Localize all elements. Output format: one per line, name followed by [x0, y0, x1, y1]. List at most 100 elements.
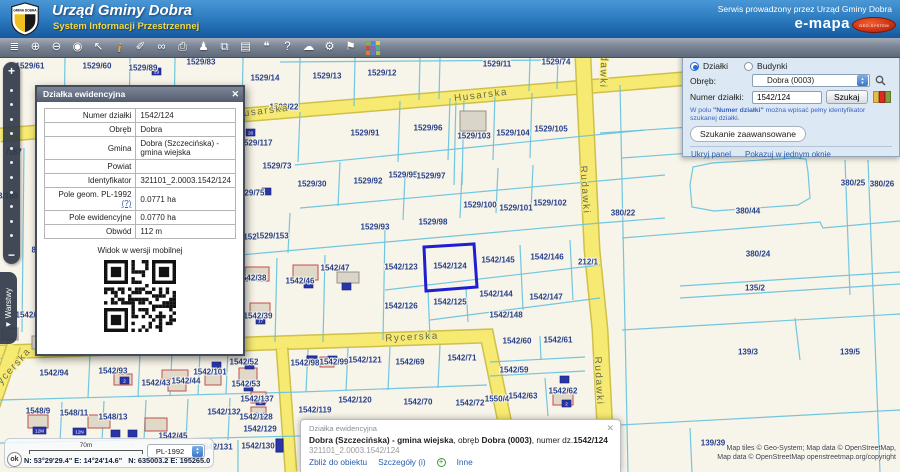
parcel-boundary [299, 58, 300, 110]
parcel-label: 1542/62 [549, 387, 578, 396]
layers-icon[interactable]: ≣ [4, 38, 25, 57]
radio-budynki-label[interactable]: Budynki [757, 61, 787, 71]
parcel-label: 1542/123 [384, 263, 418, 272]
parcel-label: 1542/121 [348, 356, 382, 365]
panel-body: Działki Budynki Obręb: Dobra (0003) ▲▼ N… [683, 57, 899, 159]
plus-icon[interactable]: + [437, 458, 446, 467]
parcel-boundary [600, 127, 690, 133]
ok-button[interactable]: ok [7, 452, 22, 467]
geo-system-logo: GEO-SYSTEM [852, 17, 896, 33]
search-button[interactable]: Szukaj [826, 90, 868, 104]
advanced-search-button[interactable]: Szukanie zaawansowane [690, 126, 806, 142]
parcel-label: 1529/74 [542, 58, 571, 67]
link-icon[interactable]: ∞ [151, 38, 172, 57]
parcel-label: 1542/61 [544, 336, 573, 345]
pointer-icon[interactable]: ↖ [88, 38, 109, 57]
select-stepper-icon[interactable]: ▲▼ [857, 75, 868, 86]
obreb-select[interactable]: Dobra (0003) ▲▼ [752, 74, 870, 87]
table-row: ObrębDobra [45, 123, 236, 137]
parcel-label: 1529/153 [255, 232, 289, 241]
chat-icon[interactable]: ❝ [256, 38, 277, 57]
zoom-level-track[interactable] [10, 77, 13, 249]
result-actions: Zbliż do obiektu Szczegóły (i) + Inne [309, 457, 612, 467]
parcel-label: 1529/83 [187, 58, 216, 67]
zoom-out-icon[interactable]: ⊖ [46, 38, 67, 57]
parcel-label: 212/1 [578, 258, 599, 267]
print-icon[interactable]: ⎙ [172, 38, 193, 57]
address-plate [111, 430, 120, 437]
legend-icon[interactable] [366, 41, 380, 55]
popup-titlebar[interactable]: Działka ewidencyjna ✕ [37, 87, 243, 102]
close-icon[interactable]: ✕ [606, 423, 614, 434]
parcel-label: 1529/98 [419, 218, 448, 227]
parcel-label: 380/24 [746, 250, 771, 259]
gmina-dobra-crest-logo: GMINA DOBRA [8, 2, 42, 36]
search-magnifier-icon[interactable] [875, 75, 886, 86]
zoom-in-button[interactable]: + [8, 65, 15, 77]
parcel-label: 1542/146 [530, 253, 564, 262]
copy-view-icon[interactable]: ⧉ [214, 38, 235, 57]
hide-panel-link[interactable]: Ukryj panel [691, 150, 731, 159]
parcel-boundary [88, 355, 90, 398]
parcel-boundary [388, 347, 390, 390]
status-bar: ok 70m PL-1992 ▲▼ N: 53°29'29.4" E: 14°2… [4, 438, 214, 468]
parcel-boundary [620, 410, 900, 425]
other-link[interactable]: Inne [457, 457, 473, 467]
parcel-label: 1542/94 [40, 369, 69, 378]
close-icon[interactable]: ✕ [231, 87, 239, 102]
parcel-label: 1542/52 [230, 358, 259, 367]
layers-panel-tab[interactable]: Warstwy ▶ [0, 272, 17, 344]
radio-dzialki[interactable] [690, 62, 699, 71]
parcel-boundary [680, 284, 900, 298]
radio-dzialki-label[interactable]: Działki [703, 61, 728, 71]
parcel-boundary [620, 85, 628, 472]
parcel-label: 1542/44 [172, 377, 201, 386]
app-title: Urząd Gminy Dobra [52, 2, 192, 19]
zoom-out-button[interactable]: − [8, 249, 15, 261]
parcel-label: 1550/4 [485, 395, 510, 404]
road-label: Rudawki [597, 58, 610, 89]
help-link[interactable]: (?) [122, 199, 132, 208]
zoom-in-icon[interactable]: ⊕ [25, 38, 46, 57]
address-plate-label: 2 [123, 378, 126, 383]
help-icon[interactable]: ? [277, 38, 298, 57]
cloud-icon[interactable]: ☁ [298, 38, 319, 57]
legend-swatches[interactable] [873, 91, 891, 103]
parcel-number-input[interactable] [752, 91, 822, 104]
service-note: Serwis prowadzony przez Urząd Gminy Dobr… [718, 4, 892, 14]
parcel-boundary [540, 336, 541, 360]
zoom-slider[interactable]: + − [3, 62, 20, 264]
parcel-label: 1542/53 [232, 380, 261, 389]
settings-icon[interactable]: ⚙ [319, 38, 340, 57]
parcel-label: 1548/13 [99, 413, 128, 422]
parcel-boundary [493, 95, 495, 160]
radio-budynki[interactable] [744, 62, 753, 71]
measure-icon[interactable]: ✐ [130, 38, 151, 57]
parcel-boundary [346, 348, 348, 391]
coords-geo: N: 53°29'29.4" E: 14°24'14.6" [24, 456, 122, 465]
parcel-label: 1542/69 [396, 358, 425, 367]
object-type-radios: Działki Budynki [690, 61, 892, 71]
flag-icon[interactable]: ⚑ [340, 38, 361, 57]
parcel-boundary [22, 148, 24, 332]
parcel-label: 1542/99 [320, 358, 349, 367]
parcel-label: 1529/100 [463, 201, 497, 210]
street-view-icon[interactable]: ♟ [193, 38, 214, 57]
info-icon[interactable]: i [109, 38, 130, 57]
select-area-icon[interactable]: ◉ [67, 38, 88, 57]
details-link[interactable]: Szczegóły (i) [378, 457, 426, 467]
building [28, 415, 48, 428]
single-window-link[interactable]: Pokazuj w jednym oknie [745, 150, 831, 159]
coordinates-readout: N: 53°29'29.4" E: 14°24'14.6"N: 635003.2… [24, 456, 216, 465]
parcel-label: 1542/60 [503, 337, 532, 346]
parcel-label: 1542/148 [489, 311, 523, 320]
parcel-number-label: Numer działki: [690, 92, 752, 102]
layout-icon[interactable]: ▤ [235, 38, 256, 57]
parcel-label: 1542/128 [239, 413, 273, 422]
result-identifier: 321101_2.0003.1542/124 [309, 446, 612, 455]
zoom-to-object-link[interactable]: Zbliż do obiektu [309, 457, 367, 467]
parcel-label: 1542/98 [291, 359, 320, 368]
select-stepper-icon: ▲▼ [192, 446, 203, 457]
building [337, 272, 359, 283]
parcel-boundary [622, 221, 900, 238]
